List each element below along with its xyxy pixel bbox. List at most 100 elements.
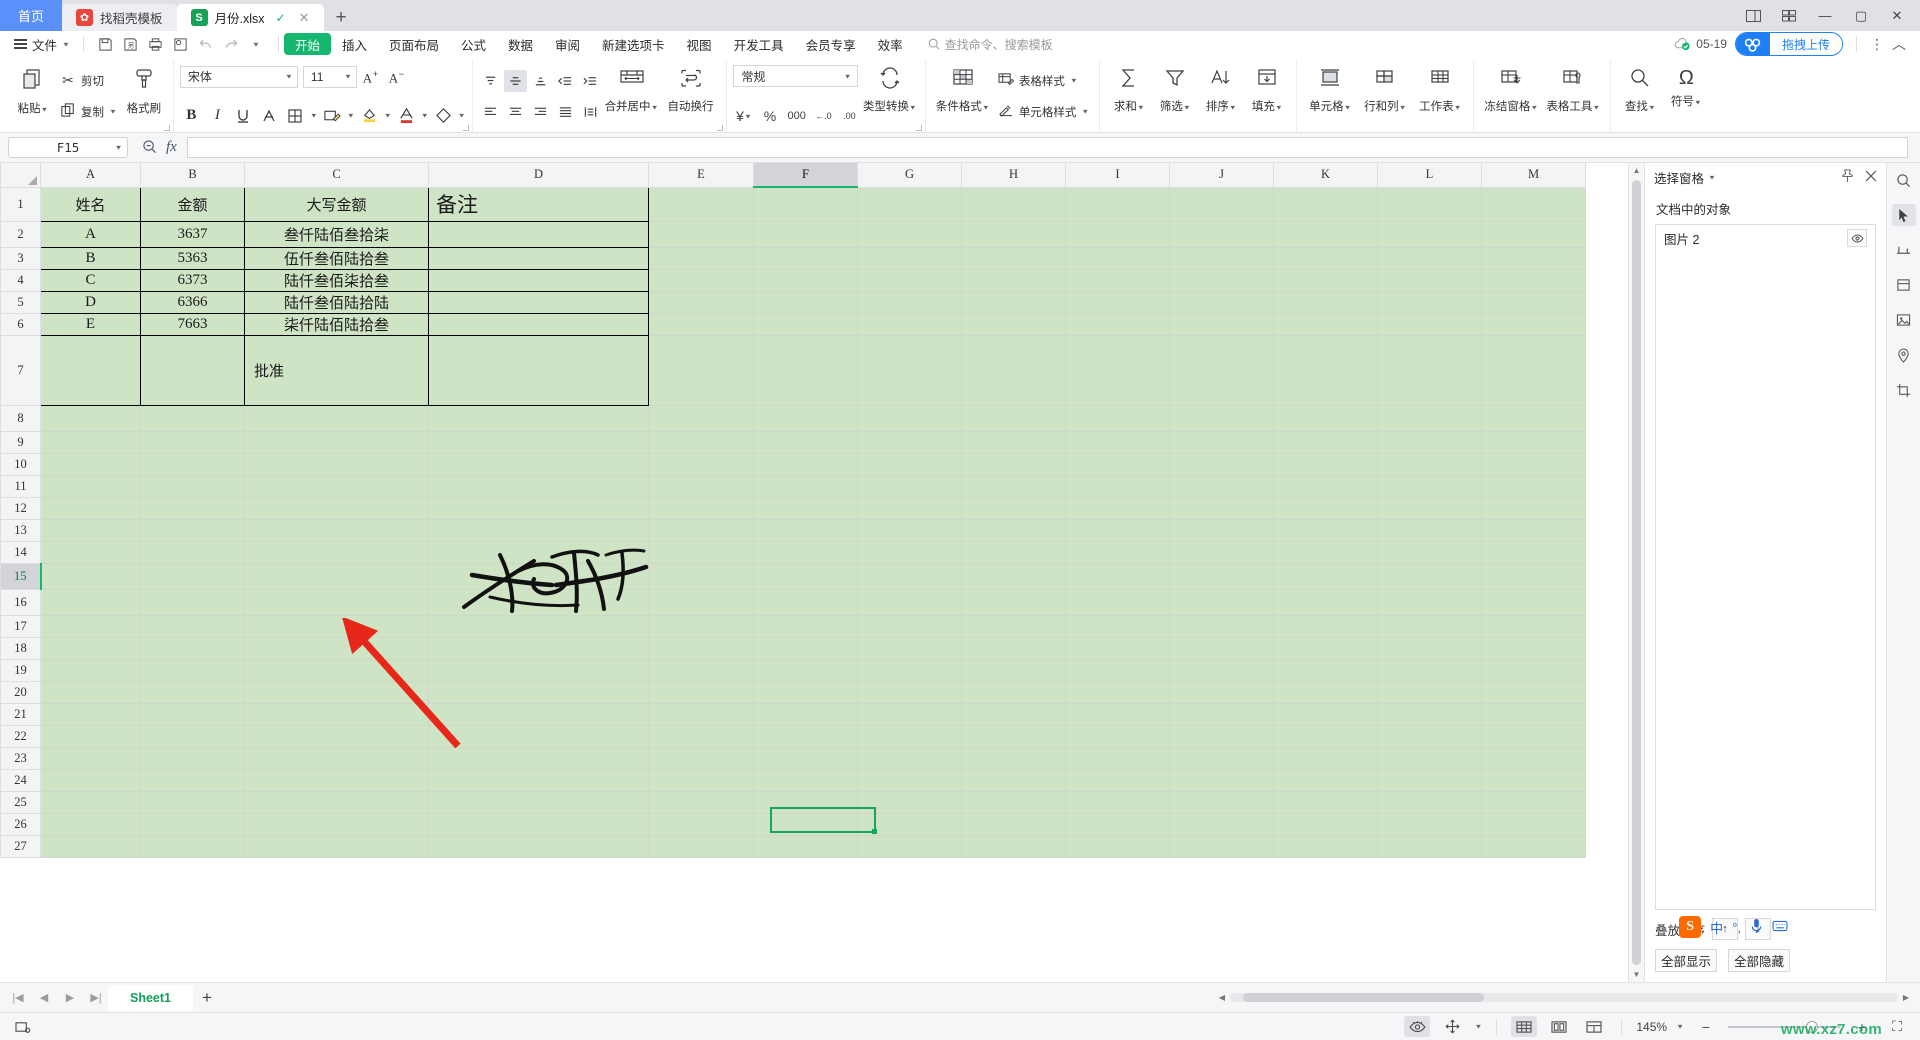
cell-A8[interactable] (40, 404, 141, 432)
align-center-button[interactable] (504, 101, 527, 123)
cell-M8[interactable] (1481, 404, 1586, 432)
align-top-button[interactable] (479, 70, 502, 92)
cell-K8[interactable] (1273, 404, 1378, 432)
search-icon[interactable] (1892, 169, 1916, 191)
cell-D24[interactable] (428, 768, 649, 792)
cell-E25[interactable] (648, 790, 754, 814)
cell-C22[interactable] (244, 724, 429, 748)
cell-G12[interactable] (857, 496, 962, 520)
cell-D6[interactable] (428, 312, 649, 336)
close-icon[interactable] (1865, 170, 1877, 185)
page-break-icon[interactable] (1581, 1016, 1607, 1037)
cell-K23[interactable] (1273, 746, 1378, 770)
cell-E10[interactable] (648, 452, 754, 476)
strikethrough-button[interactable] (258, 104, 281, 127)
cell-F26[interactable] (753, 812, 858, 836)
cell-B25[interactable] (140, 790, 245, 814)
cell-M3[interactable] (1481, 246, 1586, 270)
font-size-select[interactable]: 11 ▼ (302, 65, 357, 88)
select-all-corner[interactable] (0, 163, 41, 188)
cell-K19[interactable] (1273, 658, 1378, 682)
cell-D22[interactable] (428, 724, 649, 748)
cell-J21[interactable] (1169, 702, 1274, 726)
ime-toolbar[interactable]: S 中 °, (1679, 916, 1788, 938)
cell-F20[interactable] (753, 680, 858, 704)
cell-K21[interactable] (1273, 702, 1378, 726)
row-header-23[interactable]: 23 (0, 746, 41, 770)
cell-L22[interactable] (1377, 724, 1482, 748)
ribbon-tab-dev-tools[interactable]: 开发工具 (723, 33, 795, 55)
cell-G14[interactable] (857, 540, 962, 564)
merge-center-button[interactable]: 合并居中▼ (602, 62, 662, 130)
cell-M2[interactable] (1481, 220, 1586, 248)
cell-D1[interactable]: 备注 (428, 186, 649, 222)
cell-J7[interactable] (1169, 334, 1274, 406)
show-all-button[interactable]: 全部显示 (1655, 949, 1717, 972)
cell-B9[interactable] (140, 430, 245, 454)
align-bottom-button[interactable] (529, 70, 552, 92)
number-format-select[interactable]: 常规 ▼ (732, 65, 858, 87)
cell-B8[interactable] (140, 404, 245, 432)
cell-E1[interactable] (648, 186, 754, 222)
zoom-out-formula-icon[interactable] (142, 139, 157, 157)
row-header-18[interactable]: 18 (0, 636, 41, 660)
name-box[interactable]: F15 ▼ (8, 137, 128, 158)
cell-M7[interactable] (1481, 334, 1586, 406)
keyboard-icon[interactable] (1772, 920, 1788, 935)
cell-F18[interactable] (753, 636, 858, 660)
cell-A21[interactable] (40, 702, 141, 726)
cell-M19[interactable] (1481, 658, 1586, 682)
column-header-E[interactable]: E (648, 163, 754, 188)
cell-I3[interactable] (1065, 246, 1170, 270)
cell-F22[interactable] (753, 724, 858, 748)
cell-C20[interactable] (244, 680, 429, 704)
cell-K5[interactable] (1273, 290, 1378, 314)
cell-G21[interactable] (857, 702, 962, 726)
row-header-11[interactable]: 11 (0, 474, 41, 498)
scroll-left-arrow[interactable]: ◀ (1214, 993, 1230, 1002)
cell-D3[interactable] (428, 246, 649, 270)
cell-L10[interactable] (1377, 452, 1482, 476)
cell-L11[interactable] (1377, 474, 1482, 498)
new-tab-button[interactable]: + (324, 4, 359, 31)
scroll-right-arrow[interactable]: ▶ (1898, 993, 1914, 1002)
cell-I17[interactable] (1065, 614, 1170, 638)
cell-L2[interactable] (1377, 220, 1482, 248)
maximize-button[interactable]: ▢ (1844, 0, 1878, 31)
cell-E14[interactable] (648, 540, 754, 564)
cell-F5[interactable] (753, 290, 858, 314)
cell-M20[interactable] (1481, 680, 1586, 704)
cell-K24[interactable] (1273, 768, 1378, 792)
cell-A22[interactable] (40, 724, 141, 748)
row-header-21[interactable]: 21 (0, 702, 41, 726)
cell-G5[interactable] (857, 290, 962, 314)
row-header-22[interactable]: 22 (0, 724, 41, 748)
cell-E27[interactable] (648, 834, 754, 858)
cell-I18[interactable] (1065, 636, 1170, 660)
undo-icon[interactable] (194, 33, 218, 55)
cell-L9[interactable] (1377, 430, 1482, 454)
cell-C17[interactable] (244, 614, 429, 638)
cell-M13[interactable] (1481, 518, 1586, 542)
cell-B15[interactable] (140, 562, 245, 590)
cursor-icon[interactable] (1891, 204, 1916, 226)
percent-button[interactable]: % (759, 105, 782, 127)
cell-L18[interactable] (1377, 636, 1482, 660)
cell-J12[interactable] (1169, 496, 1274, 520)
cell-J8[interactable] (1169, 404, 1274, 432)
zoom-level-label[interactable]: 145% (1636, 1020, 1667, 1034)
cell-F25[interactable] (753, 790, 858, 814)
row-header-9[interactable]: 9 (0, 430, 41, 454)
row-header-5[interactable]: 5 (0, 290, 41, 314)
cell-I23[interactable] (1065, 746, 1170, 770)
cut-button[interactable]: ✂ 剪切 (56, 69, 121, 93)
cell-K12[interactable] (1273, 496, 1378, 520)
cell-G2[interactable] (857, 220, 962, 248)
cell-M22[interactable] (1481, 724, 1586, 748)
sum-button[interactable]: 求和▼ (1106, 62, 1152, 130)
cell-E3[interactable] (648, 246, 754, 270)
cell-M9[interactable] (1481, 430, 1586, 454)
type-convert-button[interactable]: 类型转换▼ (861, 62, 919, 130)
cell-C24[interactable] (244, 768, 429, 792)
add-sheet-button[interactable]: + (193, 985, 221, 1011)
